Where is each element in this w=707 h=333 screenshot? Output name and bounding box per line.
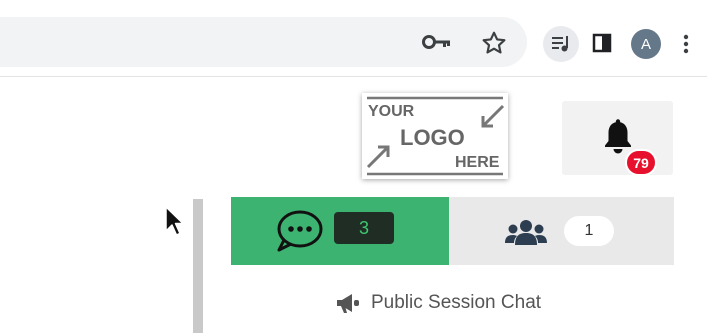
session-title-text: Public Session Chat [371,292,542,313]
notification-count-badge: 79 [625,149,657,176]
mouse-cursor-icon [165,206,184,236]
bookmark-star-icon[interactable] [478,28,510,58]
logo-text-here: HERE [455,154,500,171]
chat-bubble-icon [277,210,323,252]
side-panel-icon[interactable] [590,31,614,55]
browser-toolbar: A [0,0,707,77]
bell-icon [605,119,631,154]
panel-divider [193,199,203,333]
megaphone-icon [337,294,359,313]
key-icon[interactable] [420,30,454,54]
logo-text-logo: LOGO [400,125,465,150]
tab-chat[interactable]: 3 [231,197,449,265]
session-title: Public Session Chat [335,289,541,317]
logo: YOUR LOGO HERE [362,93,508,179]
logo-text-your: YOUR [368,103,415,120]
chat-message-count: 3 [334,212,394,244]
users-group-icon [505,220,547,245]
participant-count: 1 [564,216,614,246]
media-control-icon[interactable] [543,26,579,62]
profile-avatar[interactable]: A [631,29,661,59]
kebab-menu-icon[interactable] [676,30,696,58]
tab-participants[interactable]: 1 [449,197,674,265]
